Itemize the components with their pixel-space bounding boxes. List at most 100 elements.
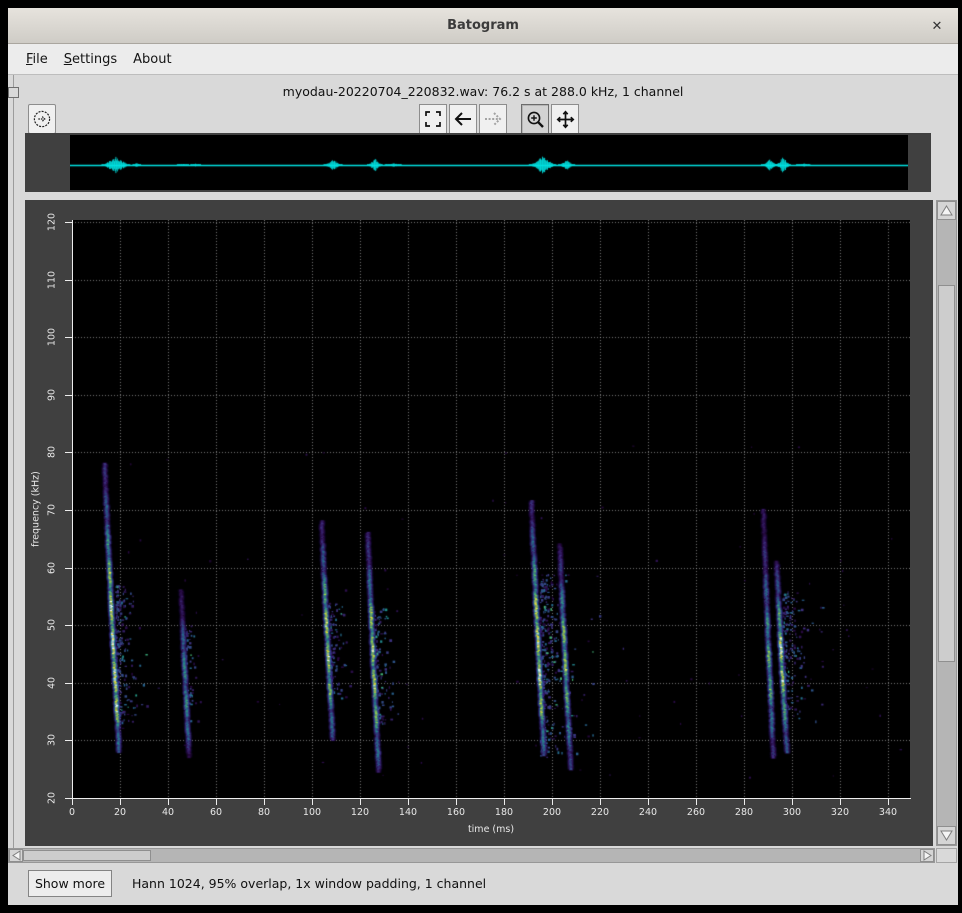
spectrogram-panel: frequency (kHz) time (ms) 20304050607080… (25, 200, 933, 846)
y-tick (65, 683, 72, 684)
show-more-button[interactable]: Show more (28, 870, 112, 897)
batogram-window: Batogram ✕ FileSettingsAbout myodau-2022… (8, 8, 958, 905)
y-tick (65, 222, 72, 223)
scroll-left-button[interactable] (9, 849, 23, 862)
menubar: FileSettingsAbout (8, 44, 958, 75)
y-tick-label: 30 (47, 734, 58, 746)
x-tick (168, 799, 169, 805)
y-tick-label: 90 (47, 389, 58, 401)
x-tick (312, 799, 313, 805)
x-tick-label: 280 (735, 807, 753, 818)
scrollbar-corner (936, 848, 957, 863)
pan-tool-button[interactable] (551, 104, 579, 134)
x-tick-label: 260 (687, 807, 705, 818)
x-tick (744, 799, 745, 805)
settings-summary-label: Hann 1024, 95% overlap, 1x window paddin… (132, 870, 486, 897)
triangle-left-icon (12, 850, 21, 861)
triangle-right-icon (923, 850, 932, 861)
circle-arrow-icon (32, 109, 52, 129)
y-tick-label: 20 (47, 792, 58, 804)
x-tick (840, 799, 841, 805)
window-title: Batogram (447, 18, 519, 33)
x-tick-label: 200 (543, 807, 561, 818)
pane-sash-handle[interactable] (8, 87, 19, 98)
close-icon[interactable]: ✕ (928, 17, 946, 35)
x-tick (408, 799, 409, 805)
arrow-left-icon (453, 110, 473, 128)
y-tick-label: 80 (47, 446, 58, 458)
x-tick-label: 180 (495, 807, 513, 818)
pane-sash (13, 75, 14, 855)
x-tick (792, 799, 793, 805)
y-axis-line (72, 220, 73, 799)
fullscreen-icon (424, 110, 442, 128)
y-tick (65, 337, 72, 338)
x-tick-label: 0 (69, 807, 75, 818)
title-bar[interactable]: Batogram ✕ (8, 8, 958, 44)
y-tick (65, 568, 72, 569)
x-tick-label: 160 (447, 807, 465, 818)
x-tick-label: 100 (303, 807, 321, 818)
x-tick-label: 120 (351, 807, 369, 818)
history-back-button[interactable] (449, 104, 477, 134)
waveform-overview-panel[interactable] (25, 133, 931, 192)
goto-selection-button[interactable] (28, 104, 56, 134)
scroll-down-button[interactable] (937, 826, 956, 845)
y-axis-title: frequency (kHz) (31, 471, 42, 547)
y-tick-label: 120 (47, 213, 58, 231)
x-tick-label: 60 (210, 807, 222, 818)
history-forward-button (479, 104, 507, 134)
x-tick-label: 80 (258, 807, 270, 818)
y-tick-label: 60 (47, 562, 58, 574)
waveform-overview-plot[interactable] (70, 135, 908, 190)
x-tick (360, 799, 361, 805)
x-tick-label: 140 (399, 807, 417, 818)
vertical-scrollbar[interactable] (936, 200, 957, 846)
x-tick (216, 799, 217, 805)
x-tick (648, 799, 649, 805)
move-arrows-icon (556, 110, 575, 129)
scroll-up-button[interactable] (937, 201, 956, 220)
x-tick (120, 799, 121, 805)
vertical-scrollbar-thumb[interactable] (938, 285, 955, 662)
scroll-right-button[interactable] (920, 849, 934, 862)
y-tick (65, 452, 72, 453)
y-tick (65, 798, 72, 799)
y-tick-label: 50 (47, 619, 58, 631)
arrow-right-icon (483, 110, 503, 128)
x-tick (456, 799, 457, 805)
y-tick (65, 625, 72, 626)
x-tick (72, 799, 73, 805)
x-tick (600, 799, 601, 805)
y-tick-label: 40 (47, 677, 58, 689)
y-tick-label: 100 (47, 328, 58, 346)
x-tick (264, 799, 265, 805)
y-tick (65, 395, 72, 396)
x-tick-label: 20 (114, 807, 126, 818)
fit-view-button[interactable] (419, 104, 447, 134)
y-tick (65, 280, 72, 281)
x-axis-line (72, 798, 911, 799)
horizontal-scrollbar-thumb[interactable] (23, 850, 151, 861)
x-tick-label: 320 (831, 807, 849, 818)
x-tick-label: 40 (162, 807, 174, 818)
menu-item-settings[interactable]: Settings (56, 47, 125, 72)
magnifier-plus-icon (526, 110, 545, 129)
horizontal-scrollbar[interactable] (8, 848, 935, 863)
spectrogram-plot[interactable] (72, 220, 910, 798)
y-tick-label: 70 (47, 504, 58, 516)
x-tick (552, 799, 553, 805)
y-tick-label: 110 (47, 271, 58, 289)
x-tick-label: 220 (591, 807, 609, 818)
menu-item-about[interactable]: About (125, 47, 179, 72)
menu-item-file[interactable]: File (18, 47, 56, 72)
y-tick (65, 740, 72, 741)
desktop: Batogram ✕ FileSettingsAbout myodau-2022… (0, 0, 962, 913)
zoom-in-button[interactable] (521, 104, 549, 134)
y-tick (65, 510, 72, 511)
triangle-down-icon (940, 830, 953, 841)
file-summary-label: myodau-20220704_220832.wav: 76.2 s at 28… (8, 84, 958, 99)
x-tick (888, 799, 889, 805)
x-tick (504, 799, 505, 805)
x-tick-label: 300 (783, 807, 801, 818)
